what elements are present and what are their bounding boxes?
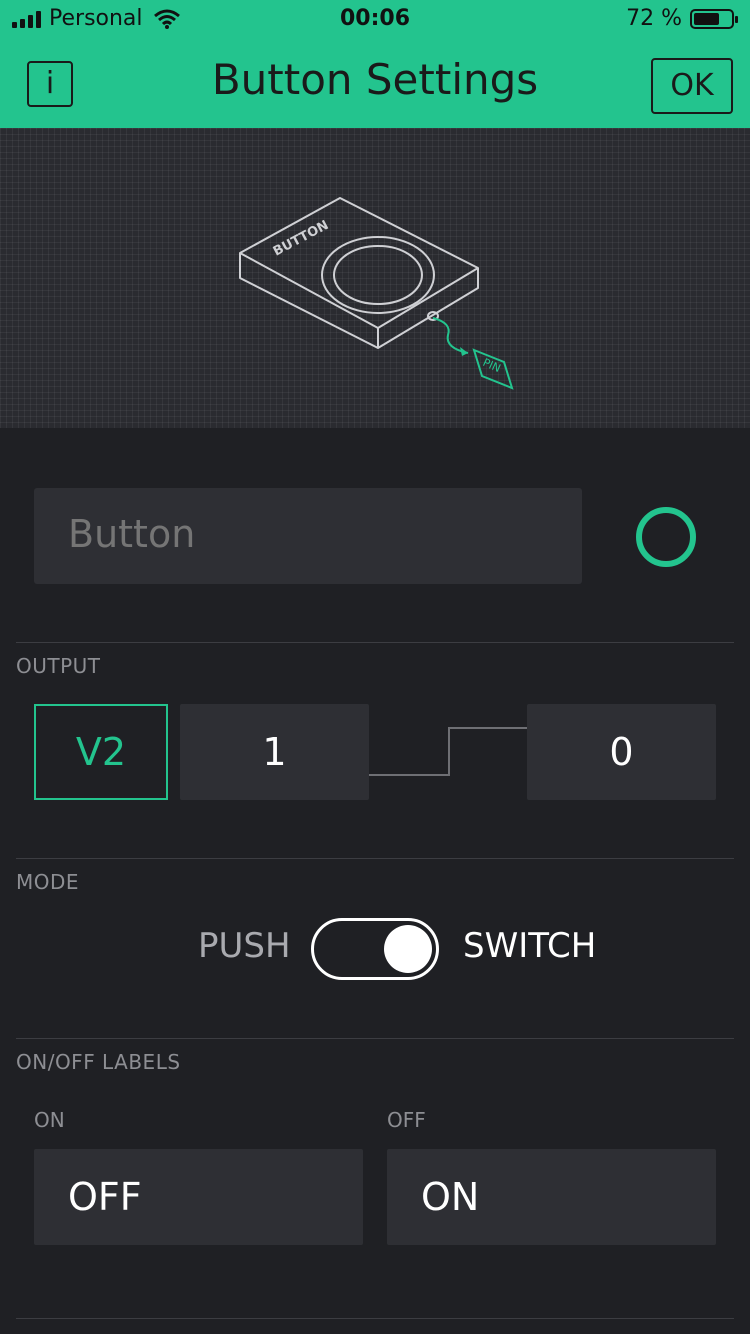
low-value-field[interactable]: 0 (527, 704, 716, 800)
divider (16, 1318, 734, 1319)
on-label-input[interactable] (68, 1175, 338, 1219)
mode-section-label: MODE (16, 870, 80, 894)
high-value-field[interactable]: 1 (180, 704, 369, 800)
toggle-knob (384, 925, 432, 973)
divider (16, 858, 734, 859)
on-caption: ON (34, 1108, 65, 1132)
widget-name-input[interactable] (68, 512, 548, 556)
device-label: BUTTON (271, 218, 331, 260)
widget-name-field[interactable] (34, 488, 582, 584)
battery-nub (735, 15, 738, 23)
labels-section-label: ON/OFF LABELS (16, 1050, 181, 1074)
widget-illustration: BUTTON PIN (0, 128, 750, 428)
battery-icon (690, 8, 738, 29)
battery-fill (694, 12, 719, 25)
status-right: 72 % (626, 6, 738, 31)
ok-button[interactable]: OK (651, 58, 733, 114)
status-bar: Personal 00:06 72 % (0, 0, 750, 40)
divider (16, 642, 734, 643)
off-label-field[interactable] (387, 1149, 716, 1245)
button-device-illustration: BUTTON PIN (239, 197, 514, 390)
pin-select-button[interactable]: V2 (34, 704, 168, 800)
mode-toggle[interactable] (311, 918, 439, 980)
page-title: Button Settings (211, 55, 539, 104)
mode-switch-label[interactable]: SWITCH (463, 926, 596, 966)
pin-tag-label: PIN (481, 356, 503, 375)
battery-percent: 72 % (626, 6, 682, 31)
divider (16, 1038, 734, 1039)
mode-push-label[interactable]: PUSH (198, 926, 291, 966)
header-bar: Personal 00:06 72 % i Button Settings OK (0, 0, 750, 128)
color-picker-button[interactable] (636, 507, 696, 567)
off-label-input[interactable] (421, 1175, 691, 1219)
signal-wave-icon (369, 727, 527, 776)
off-caption: OFF (387, 1108, 426, 1132)
on-label-field[interactable] (34, 1149, 363, 1245)
output-section-label: OUTPUT (16, 654, 101, 678)
